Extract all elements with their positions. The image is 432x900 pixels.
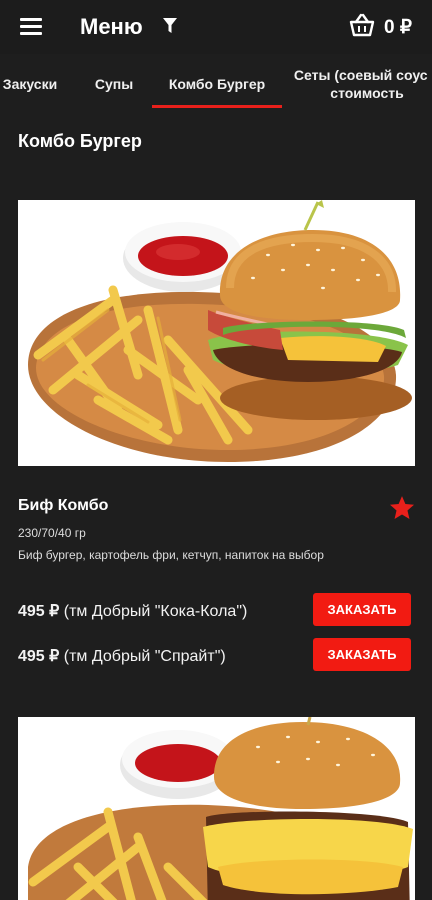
tab-label: Комбо Бургер [168,76,266,92]
tab-label: Закуски [2,76,58,92]
price-option-text: 495 ₽ (тм Добрый "Кока-Кола") [18,601,247,621]
section-title: Комбо Бургер [18,131,142,151]
price-option-text: 495 ₽ (тм Добрый "Спрайт") [18,646,226,666]
app-bar: Меню 0 ₽ [0,0,432,54]
page-title: Меню [80,14,143,39]
tab-sety[interactable]: Сеты (соевый соус в стоимость [292,58,432,110]
price-value: 495 ₽ [18,648,60,665]
price-option-row: 495 ₽ (тм Добрый "Кока-Кола") ЗАКАЗАТЬ [18,593,416,627]
tab-supy[interactable]: Супы [88,58,140,110]
cart-total: 0 ₽ [384,16,412,38]
filter-icon[interactable] [162,17,178,35]
product-description: Биф бургер, картофель фри, кетчуп, напит… [18,548,324,562]
price-value: 495 ₽ [18,603,60,620]
drink-option: (тм Добрый "Спрайт") [59,648,226,665]
hamburger-menu-icon[interactable] [20,16,44,36]
tab-kombo-burger[interactable]: Комбо Бургер [152,58,282,110]
favorite-star-icon[interactable] [388,494,416,522]
tab-label: Супы [94,76,134,92]
product-image[interactable] [18,200,415,466]
category-tabs: Закуски Супы Комбо Бургер Сеты (соевый с… [0,58,432,112]
product-weight: 230/70/40 гр [18,526,86,540]
drink-option: (тм Добрый "Кока-Кола") [59,603,248,620]
price-option-row: 495 ₽ (тм Добрый "Спрайт") ЗАКАЗАТЬ [18,638,416,672]
order-button[interactable]: ЗАКАЗАТЬ [313,593,411,626]
basket-icon [348,13,376,42]
product-image[interactable] [18,717,415,900]
order-button[interactable]: ЗАКАЗАТЬ [313,638,411,671]
product-name: Биф Комбо [18,497,109,514]
tab-label: Сеты (соевый соус в стоимость [293,67,432,101]
cart-button[interactable]: 0 ₽ [348,12,412,42]
tab-zakuski[interactable]: Закуски [0,58,64,110]
